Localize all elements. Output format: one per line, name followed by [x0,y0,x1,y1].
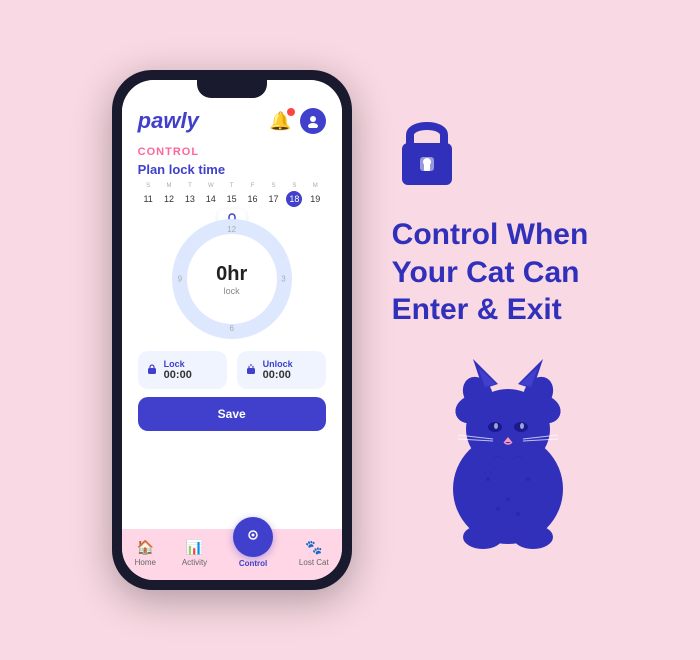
nav-activity[interactable]: 📊 Activity [182,539,207,567]
cal-day-7[interactable]: S 17 [263,183,284,207]
clock-container: 12 3 6 9 0hr lock [138,219,326,339]
unlock-btn-value: 00:00 [263,369,293,381]
cal-day-3[interactable]: T 13 [179,183,200,207]
phone-screen-content: pawly 🔔 [122,80,342,580]
phone-outer: pawly 🔔 [112,70,352,590]
lock-time-button[interactable]: Lock 00:00 [138,351,227,389]
unlock-btn-label: Unlock [263,359,293,369]
nav-activity-label: Activity [182,558,207,567]
lock-btn-label: Lock [164,359,192,369]
tagline-line1: Control When [392,216,589,254]
lostcat-icon: 🐾 [305,539,322,556]
lock-icon-large [392,111,462,196]
nav-home[interactable]: 🏠 Home [135,539,156,567]
cal-day-5[interactable]: T 15 [221,183,242,207]
section-label: CONTROL [138,146,326,158]
phone-wrapper: pawly 🔔 [112,70,352,590]
unlock-icon [245,363,257,378]
clock-display: 0hr lock [187,234,277,324]
control-circle [233,517,273,557]
clock-label: lock [224,286,240,296]
phone-screen: pawly 🔔 [122,80,342,580]
cal-day-6[interactable]: F 16 [242,183,263,207]
notification-badge [287,108,295,116]
nav-home-label: Home [135,558,156,567]
cat-illustration [428,349,588,549]
plan-lock-title: Plan lock time [138,162,326,177]
clock-circle: 12 3 6 9 0hr lock [172,219,292,339]
save-button[interactable]: Save [138,397,326,431]
cal-day-4[interactable]: W 14 [200,183,221,207]
nav-lostcat-label: Lost Cat [299,558,329,567]
cal-day-8-selected[interactable]: S 18 [284,183,305,207]
app-logo: pawly [138,108,199,134]
user-avatar[interactable] [300,108,326,134]
tagline-line2: Your Cat Can [392,254,589,292]
cal-day-9[interactable]: M 19 [305,183,326,207]
nav-control[interactable]: Control [233,537,273,568]
calendar-row: S 11 M 12 T 13 [138,183,326,207]
unlock-time-button[interactable]: Unlock 00:00 [237,351,326,389]
clock-time: 0hr [216,263,247,286]
tagline: Control When Your Cat Can Enter & Exit [392,216,589,329]
time-buttons: Lock 00:00 [138,351,326,389]
main-container: pawly 🔔 [0,0,700,660]
control-section: CONTROL Plan lock time S 11 M 12 [122,142,342,529]
bottom-nav: 🏠 Home 📊 Activity [122,529,342,580]
nav-control-label: Control [239,559,267,568]
right-side: Control When Your Cat Can Enter & Exit [382,111,589,549]
cal-day-2[interactable]: M 12 [159,183,180,207]
activity-icon: 📊 [186,539,203,556]
header-icons: 🔔 [269,108,325,134]
lock-icon [146,363,158,378]
nav-lostcat[interactable]: 🐾 Lost Cat [299,539,329,567]
home-icon: 🏠 [137,539,154,556]
bell-button[interactable]: 🔔 [269,111,291,132]
control-icon [244,526,262,549]
tagline-line3: Enter & Exit [392,291,589,329]
lock-btn-value: 00:00 [164,369,192,381]
cal-day-1[interactable]: S 11 [138,183,159,207]
phone-notch [197,80,267,98]
